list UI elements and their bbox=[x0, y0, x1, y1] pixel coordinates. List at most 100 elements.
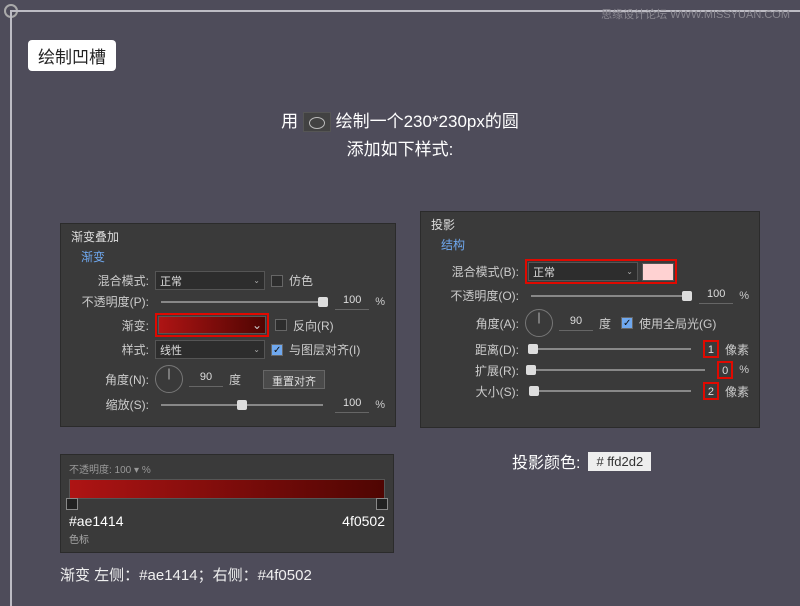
instructions: 用 绘制一个230*230px的圆 添加如下样式: bbox=[0, 108, 800, 164]
reset-align-button[interactable]: 重置对齐 bbox=[263, 370, 325, 389]
label-angle: 角度(N): bbox=[71, 371, 149, 388]
unit-px: 像素 bbox=[725, 341, 749, 358]
slider-spread[interactable] bbox=[531, 369, 705, 371]
gradient-stop-left[interactable] bbox=[66, 498, 78, 510]
checkbox-reverse[interactable] bbox=[275, 319, 287, 331]
label-global: 使用全局光(G) bbox=[639, 315, 716, 332]
ellipse-tool-icon bbox=[303, 112, 331, 132]
label-r-angle: 角度(A): bbox=[431, 315, 519, 332]
input-scale[interactable]: 100 bbox=[335, 397, 369, 413]
input-r-opacity[interactable]: 100 bbox=[699, 288, 733, 304]
ge-labels: #ae1414 4f0502 bbox=[69, 513, 385, 529]
label-scale: 缩放(S): bbox=[71, 396, 149, 413]
label-r-blend: 混合模式(B): bbox=[431, 263, 519, 280]
highlight-size: 2 bbox=[703, 382, 719, 400]
select-r-blend[interactable]: 正常 ⌄ bbox=[528, 262, 638, 281]
label-spread: 扩展(R): bbox=[431, 362, 519, 379]
select-blend-mode[interactable]: 正常 ⌄ bbox=[155, 271, 265, 290]
label-size: 大小(S): bbox=[431, 383, 519, 400]
subhead-right: 结构 bbox=[441, 236, 749, 253]
label-dither: 仿色 bbox=[289, 272, 313, 289]
shadow-color-swatch[interactable] bbox=[642, 263, 674, 281]
input-opacity[interactable]: 100 bbox=[335, 294, 369, 310]
label-style: 样式: bbox=[71, 341, 149, 358]
slider-opacity[interactable] bbox=[161, 301, 323, 303]
title-chip: 绘制凹槽 bbox=[28, 40, 116, 71]
row-scale: 缩放(S): 100 % bbox=[71, 396, 385, 413]
gradient-editor: 不透明度: 100 ▾ % #ae1414 4f0502 色标 bbox=[60, 454, 394, 553]
footer-gradient: 渐变 左侧：#ae1414；右侧：#4f0502 bbox=[60, 564, 312, 585]
select-style-value: 线性 bbox=[160, 342, 182, 358]
gradient-bar[interactable] bbox=[69, 479, 385, 499]
sidebar-line bbox=[10, 10, 12, 606]
angle-dial[interactable] bbox=[155, 365, 183, 393]
row-r-opacity: 不透明度(O): 100 % bbox=[431, 287, 749, 304]
row-blend-mode: 混合模式: 正常 ⌄ 仿色 bbox=[71, 271, 385, 290]
shadow-hex: # ffd2d2 bbox=[588, 452, 651, 471]
label-gradient: 渐变: bbox=[71, 317, 149, 334]
shadow-color-note: 投影颜色: # ffd2d2 bbox=[512, 449, 651, 473]
ge-top: 不透明度: 100 ▾ % bbox=[69, 461, 385, 476]
hex-left: #ae1414 bbox=[69, 513, 124, 529]
row-gradient: 渐变: ⌄ 反向(R) bbox=[71, 313, 385, 337]
input-r-angle[interactable]: 90 bbox=[559, 315, 593, 331]
input-size[interactable]: 2 bbox=[708, 386, 714, 398]
subhead-left: 渐变 bbox=[81, 248, 385, 265]
label-r-degree: 度 bbox=[599, 315, 611, 332]
row-r-blend: 混合模式(B): 正常 ⌄ bbox=[431, 259, 749, 284]
chevron-down-icon: ⌄ bbox=[253, 345, 260, 354]
row-spread: 扩展(R): 0 % bbox=[431, 361, 749, 379]
slider-size[interactable] bbox=[531, 390, 691, 392]
slider-distance[interactable] bbox=[531, 348, 691, 350]
pct: % bbox=[375, 399, 385, 411]
highlight-distance: 1 bbox=[703, 340, 719, 358]
input-spread[interactable]: 0 bbox=[722, 365, 728, 377]
hex-right: 4f0502 bbox=[342, 513, 385, 529]
gradient-stop-right[interactable] bbox=[376, 498, 388, 510]
label-align: 与图层对齐(I) bbox=[289, 341, 360, 358]
checkbox-align[interactable] bbox=[271, 344, 283, 356]
instr-pre: 用 bbox=[281, 112, 298, 131]
angle-dial-r[interactable] bbox=[525, 309, 553, 337]
input-angle[interactable]: 90 bbox=[189, 371, 223, 387]
label-distance: 距离(D): bbox=[431, 341, 519, 358]
slider-r-opacity[interactable] bbox=[531, 295, 687, 297]
instr-line2: 添加如下样式: bbox=[347, 140, 454, 159]
panel-drop-shadow: 投影 结构 混合模式(B): 正常 ⌄ 不透明度(O): 100 % 角度(A)… bbox=[420, 211, 760, 428]
row-distance: 距离(D): 1 像素 bbox=[431, 340, 749, 358]
panel-gradient-overlay: 渐变叠加 渐变 混合模式: 正常 ⌄ 仿色 不透明度(P): 100 % 渐变:… bbox=[60, 223, 396, 427]
row-opacity: 不透明度(P): 100 % bbox=[71, 293, 385, 310]
row-r-angle: 角度(A): 90 度 使用全局光(G) bbox=[431, 309, 749, 337]
pct: % bbox=[375, 296, 385, 308]
label-reverse: 反向(R) bbox=[293, 317, 334, 334]
row-size: 大小(S): 2 像素 bbox=[431, 382, 749, 400]
input-distance[interactable]: 1 bbox=[708, 344, 714, 356]
shadow-note-label: 投影颜色: bbox=[512, 449, 580, 473]
label-r-opacity: 不透明度(O): bbox=[431, 287, 519, 304]
pct: % bbox=[739, 290, 749, 302]
select-style[interactable]: 线性 ⌄ bbox=[155, 340, 265, 359]
chevron-down-icon: ⌄ bbox=[252, 318, 262, 332]
highlight-blend: 正常 ⌄ bbox=[525, 259, 677, 284]
ge-sub: 色标 bbox=[69, 531, 385, 546]
row-style: 样式: 线性 ⌄ 与图层对齐(I) bbox=[71, 340, 385, 359]
chevron-down-icon: ⌄ bbox=[253, 276, 260, 285]
watermark: 思缘设计论坛 WWW.MISSYUAN.COM bbox=[601, 6, 790, 22]
select-r-blend-value: 正常 bbox=[533, 264, 555, 280]
highlight-gradient: ⌄ bbox=[155, 313, 269, 337]
chevron-down-icon: ⌄ bbox=[626, 267, 633, 276]
highlight-spread: 0 bbox=[717, 361, 733, 379]
label-blend: 混合模式: bbox=[71, 272, 149, 289]
checkbox-dither[interactable] bbox=[271, 275, 283, 287]
label-degree: 度 bbox=[229, 371, 241, 388]
label-opacity: 不透明度(P): bbox=[71, 293, 149, 310]
panel-title-right: 投影 bbox=[431, 216, 749, 233]
pct: % bbox=[739, 364, 749, 376]
checkbox-global-light[interactable] bbox=[621, 317, 633, 329]
select-blend-value: 正常 bbox=[160, 273, 182, 289]
unit-px: 像素 bbox=[725, 383, 749, 400]
slider-scale[interactable] bbox=[161, 404, 323, 406]
gradient-swatch[interactable]: ⌄ bbox=[158, 316, 266, 334]
instr-post: 绘制一个230*230px的圆 bbox=[336, 112, 519, 131]
panel-title-left: 渐变叠加 bbox=[71, 228, 385, 245]
